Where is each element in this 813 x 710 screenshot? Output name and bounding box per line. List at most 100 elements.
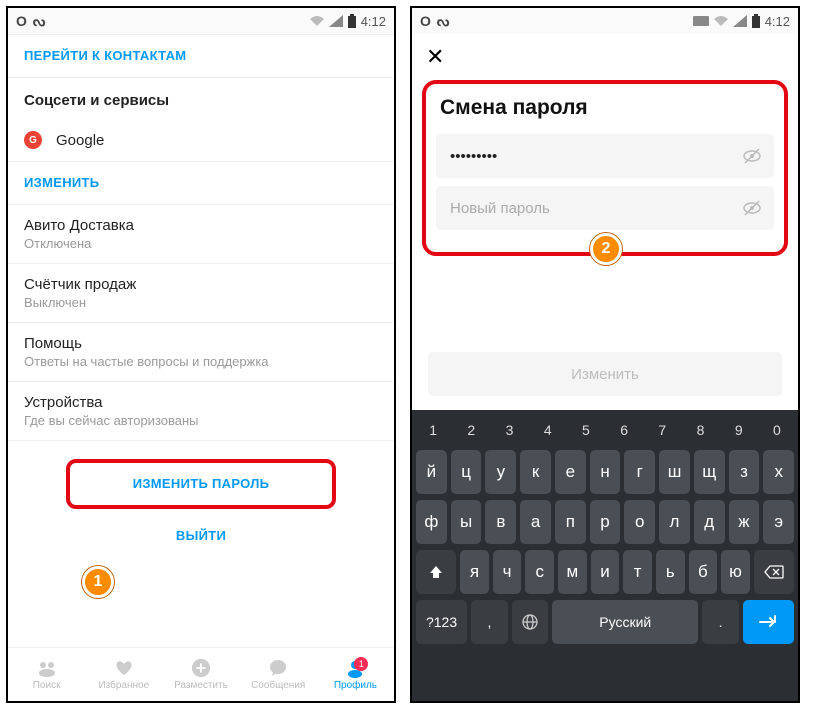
google-icon: G xyxy=(24,131,42,149)
key-т[interactable]: т xyxy=(623,550,652,594)
backspace-key[interactable] xyxy=(754,550,794,594)
key-п[interactable]: п xyxy=(555,500,586,544)
key-0[interactable]: 0 xyxy=(760,416,794,444)
key-3[interactable]: 3 xyxy=(492,416,526,444)
nav-profile[interactable]: 1Профиль xyxy=(317,648,394,701)
key-ы[interactable]: ы xyxy=(451,500,482,544)
key-и[interactable]: и xyxy=(591,550,620,594)
key-7[interactable]: 7 xyxy=(645,416,679,444)
callout-1: 1 xyxy=(82,566,114,598)
nav-post[interactable]: Разместить xyxy=(162,648,239,701)
nav-favorites[interactable]: Избранное xyxy=(85,648,162,701)
key-г[interactable]: г xyxy=(624,450,655,494)
eye-off-icon[interactable] xyxy=(742,198,762,218)
key-н[interactable]: н xyxy=(590,450,621,494)
eye-off-icon[interactable] xyxy=(742,146,762,166)
clock: 4:12 xyxy=(361,14,386,29)
status-bar: Oᔓ 4:12 xyxy=(412,8,798,34)
key-1[interactable]: 1 xyxy=(416,416,450,444)
new-password-input[interactable] xyxy=(450,200,742,217)
social-header: Соцсети и сервисы xyxy=(8,78,394,119)
key-5[interactable]: 5 xyxy=(569,416,603,444)
wifi-icon xyxy=(309,15,325,27)
space-key[interactable]: Русский xyxy=(552,600,698,644)
key-а[interactable]: а xyxy=(520,500,551,544)
key-ц[interactable]: ц xyxy=(451,450,482,494)
key-в[interactable]: в xyxy=(485,500,516,544)
google-label: Google xyxy=(56,132,104,149)
period-key[interactable]: . xyxy=(702,600,739,644)
page-title: Смена пароля xyxy=(440,96,774,120)
notification-badge: 1 xyxy=(354,657,368,671)
key-х[interactable]: х xyxy=(763,450,794,494)
globe-key[interactable] xyxy=(512,600,549,644)
key-з[interactable]: з xyxy=(729,450,760,494)
shift-key[interactable] xyxy=(416,550,456,594)
key-м[interactable]: м xyxy=(558,550,587,594)
key-щ[interactable]: щ xyxy=(694,450,725,494)
list-item[interactable]: Счётчик продажВыключен xyxy=(8,264,394,323)
submit-button[interactable]: Изменить xyxy=(428,352,782,396)
key-о[interactable]: о xyxy=(624,500,655,544)
battery-icon xyxy=(751,14,761,28)
shazam-icon: ᔓ xyxy=(33,13,45,30)
current-password-field[interactable] xyxy=(436,134,774,178)
keyboard-ind-icon xyxy=(693,16,709,26)
contacts-link[interactable]: ПЕРЕЙТИ К КОНТАКТАМ xyxy=(24,48,186,63)
callout-2: 2 xyxy=(590,233,622,265)
key-е[interactable]: е xyxy=(555,450,586,494)
new-password-field[interactable] xyxy=(436,186,774,230)
comma-key[interactable]: , xyxy=(471,600,508,644)
key-ю[interactable]: ю xyxy=(721,550,750,594)
key-ф[interactable]: ф xyxy=(416,500,447,544)
key-к[interactable]: к xyxy=(520,450,551,494)
change-password-button[interactable]: ИЗМЕНИТЬ ПАРОЛЬ xyxy=(66,459,336,509)
key-6[interactable]: 6 xyxy=(607,416,641,444)
edit-link[interactable]: ИЗМЕНИТЬ xyxy=(24,175,99,190)
key-у[interactable]: у xyxy=(485,450,516,494)
key-ж[interactable]: ж xyxy=(729,500,760,544)
list-item[interactable]: УстройстваГде вы сейчас авторизованы xyxy=(8,382,394,441)
list-item[interactable]: ПомощьОтветы на частые вопросы и поддерж… xyxy=(8,323,394,382)
key-с[interactable]: с xyxy=(525,550,554,594)
symbols-key[interactable]: ?123 xyxy=(416,600,467,644)
people-icon xyxy=(37,658,57,678)
key-4[interactable]: 4 xyxy=(531,416,565,444)
wifi-icon xyxy=(713,15,729,27)
opera-icon: O xyxy=(16,13,27,30)
enter-key[interactable] xyxy=(743,600,794,644)
heart-icon xyxy=(114,658,134,678)
close-icon[interactable]: ✕ xyxy=(426,44,444,70)
key-ч[interactable]: ч xyxy=(493,550,522,594)
key-э[interactable]: э xyxy=(763,500,794,544)
change-password-box: Смена пароля xyxy=(422,80,788,256)
phone-change-password: Oᔓ 4:12 ✕ Смена пароля 2 Изменить 123456… xyxy=(410,6,800,703)
key-я[interactable]: я xyxy=(460,550,489,594)
key-8[interactable]: 8 xyxy=(683,416,717,444)
key-row-4: ?123 , Русский . xyxy=(416,600,794,644)
num-row: 1234567890 xyxy=(416,416,794,444)
list-item[interactable]: Авито ДоставкаОтключена xyxy=(8,205,394,264)
shazam-icon: ᔓ xyxy=(437,13,449,30)
key-row-3: ячсмитьбю xyxy=(416,550,794,594)
signal-icon xyxy=(733,15,747,27)
plus-circle-icon xyxy=(191,658,211,678)
key-й[interactable]: й xyxy=(416,450,447,494)
key-л[interactable]: л xyxy=(659,500,690,544)
bottom-nav: Поиск Избранное Разместить Сообщения 1Пр… xyxy=(8,647,394,701)
nav-messages[interactable]: Сообщения xyxy=(240,648,317,701)
current-password-input[interactable] xyxy=(450,148,742,165)
keyboard: 1234567890 йцукенгшщзх фывапролджэ ячсми… xyxy=(412,410,798,701)
logout-button[interactable]: ВЫЙТИ xyxy=(176,528,226,543)
key-ь[interactable]: ь xyxy=(656,550,685,594)
key-2[interactable]: 2 xyxy=(454,416,488,444)
nav-search[interactable]: Поиск xyxy=(8,648,85,701)
key-р[interactable]: р xyxy=(590,500,621,544)
key-9[interactable]: 9 xyxy=(722,416,756,444)
key-ш[interactable]: ш xyxy=(659,450,690,494)
phone-settings: Oᔓ 4:12 ПЕРЕЙТИ К КОНТАКТАМ Соцсети и се… xyxy=(6,6,396,703)
key-д[interactable]: д xyxy=(694,500,725,544)
key-б[interactable]: б xyxy=(689,550,718,594)
key-row-2: фывапролджэ xyxy=(416,500,794,544)
google-row[interactable]: G Google xyxy=(8,119,394,162)
